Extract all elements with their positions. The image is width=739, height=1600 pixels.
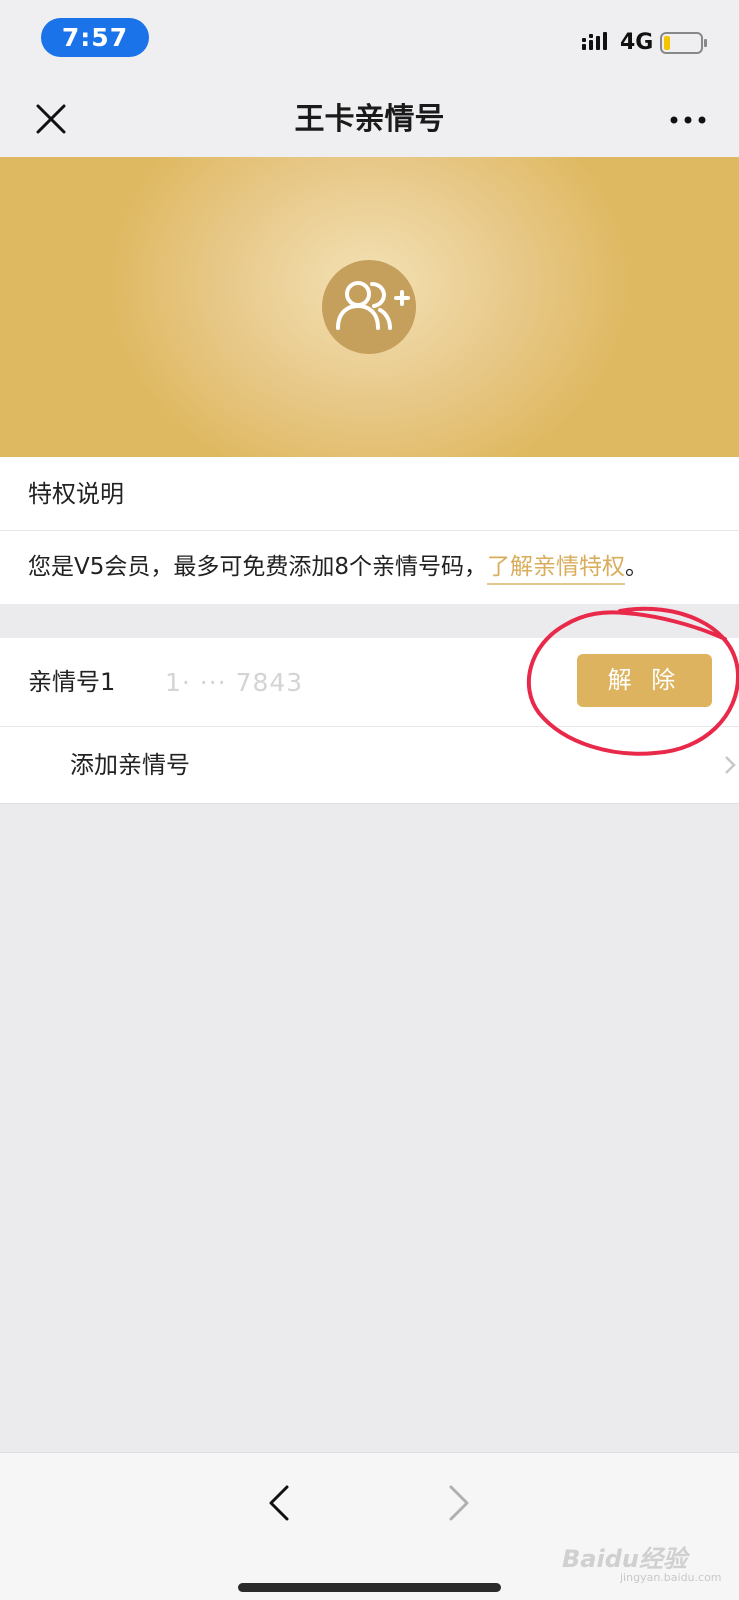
family-number-label: 亲情号1 bbox=[28, 668, 116, 696]
privilege-desc-suffix: 。 bbox=[625, 554, 649, 580]
privilege-title: 特权说明 bbox=[28, 480, 124, 508]
forward-icon[interactable] bbox=[445, 1483, 473, 1523]
page-title: 王卡亲情号 bbox=[294, 102, 445, 137]
privilege-title-row: 特权说明 bbox=[0, 457, 739, 531]
add-family-icon[interactable] bbox=[322, 260, 416, 354]
add-family-label: 添加亲情号 bbox=[70, 751, 190, 779]
status-bar: 7:57 4G bbox=[0, 0, 739, 82]
watermark-url: jingyan.baidu.com bbox=[620, 1571, 722, 1584]
status-time[interactable]: 7:57 bbox=[41, 18, 149, 57]
privilege-description: 您是V5会员，最多可免费添加8个亲情号码，了解亲情特权。 bbox=[28, 531, 648, 604]
close-icon[interactable] bbox=[34, 102, 68, 136]
back-icon[interactable] bbox=[265, 1483, 293, 1523]
privilege-link[interactable]: 了解亲情特权 bbox=[487, 554, 626, 585]
bottom-toolbar: Baidu经验 jingyan.baidu.com bbox=[0, 1452, 739, 1600]
privilege-desc-row: 您是V5会员，最多可免费添加8个亲情号码，了解亲情特权。 bbox=[0, 531, 739, 604]
battery-icon bbox=[660, 32, 707, 54]
signal-icon bbox=[582, 32, 607, 50]
watermark: Baidu经验 bbox=[562, 1545, 687, 1573]
more-icon[interactable] bbox=[668, 112, 708, 128]
network-label: 4G bbox=[620, 30, 654, 55]
banner bbox=[0, 157, 739, 457]
annotation-circle bbox=[526, 606, 739, 756]
nav-bar: 王卡亲情号 bbox=[0, 82, 739, 157]
home-indicator[interactable] bbox=[238, 1583, 501, 1592]
privilege-desc-prefix: 您是V5会员，最多可免费添加8个亲情号码， bbox=[28, 554, 488, 580]
family-number-value: 1· ··· 7843 bbox=[165, 668, 304, 697]
